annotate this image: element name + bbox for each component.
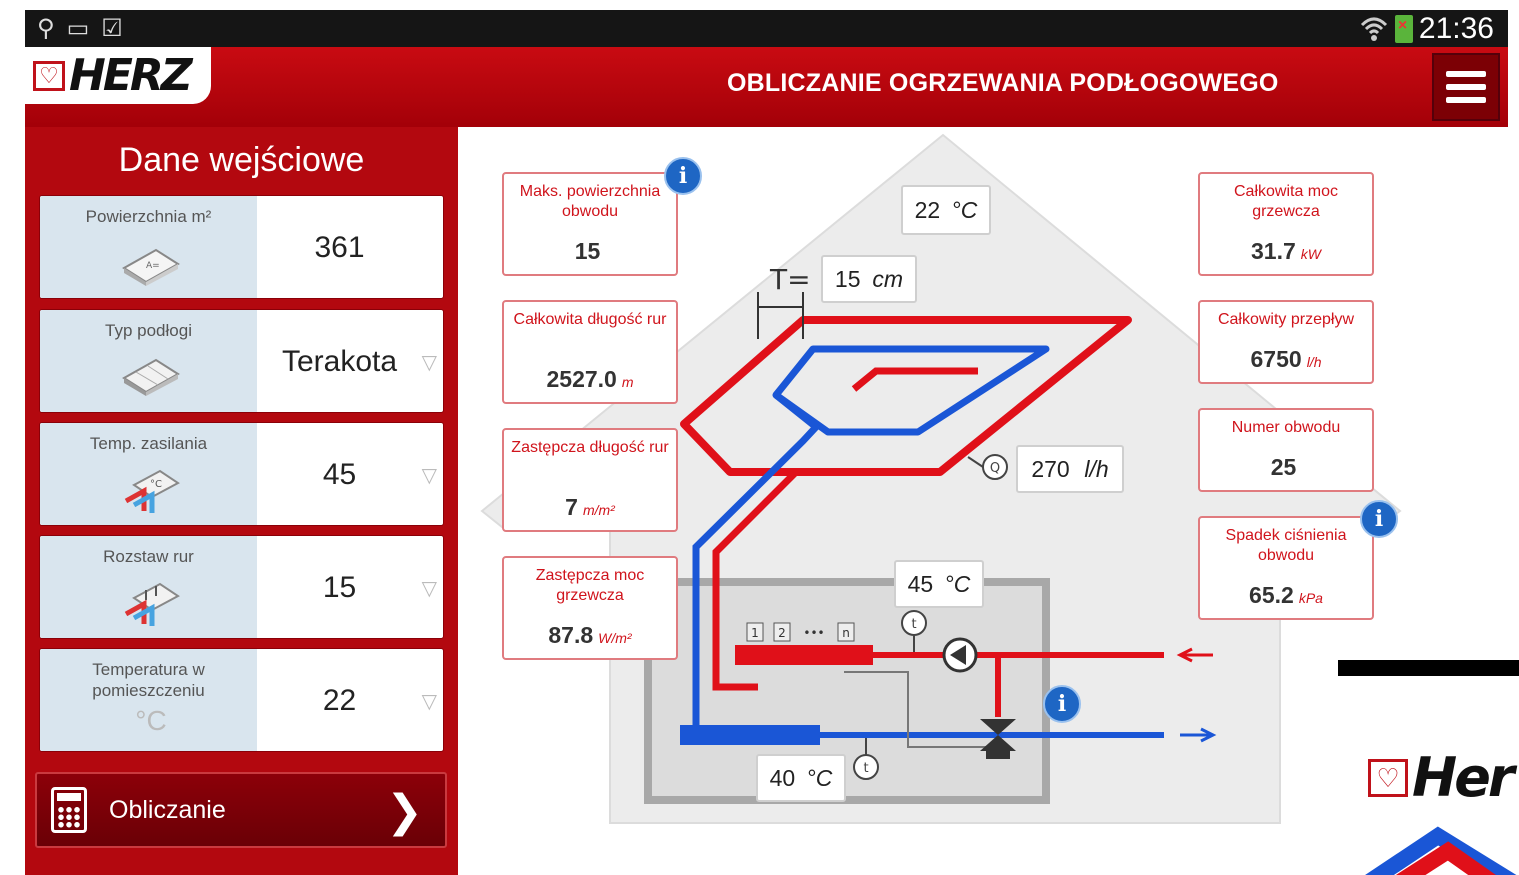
- result-value: 6750: [1250, 346, 1302, 372]
- heart-logo-icon: ♡: [33, 60, 65, 91]
- input-area[interactable]: Powierzchnia m² A= 361: [39, 195, 444, 299]
- input-room-temp-value: 22: [322, 684, 357, 717]
- result-equivalent-heat-output: Zastępcza moc grzewcza 87.8 W/m²: [502, 556, 678, 660]
- result-total-flow: Całkowity przepływ 6750 l/h: [1198, 300, 1374, 384]
- result-value: 7: [565, 494, 578, 520]
- input-panel-title: Dane wejściowe: [118, 141, 365, 179]
- result-value: 65.2: [1249, 582, 1294, 608]
- svg-text:t: t: [863, 761, 868, 776]
- dropdown-arrow-icon: ▽: [421, 578, 437, 600]
- input-room-temp[interactable]: Temperatura w pomieszczeniu °C 22 ▽: [39, 648, 444, 752]
- svg-text:°C: °C: [150, 479, 162, 490]
- info-icon[interactable]: i: [1360, 500, 1398, 538]
- status-clock: 21:36: [1418, 12, 1494, 45]
- status-left-icons: ⚲ ▭ ☑: [37, 14, 123, 43]
- manifold-return: [680, 725, 820, 745]
- input-floor-type[interactable]: Typ podłogi Terakota ▽: [39, 309, 444, 413]
- result-value: 31.7: [1251, 238, 1296, 264]
- corner-logo-roof: [1365, 826, 1517, 875]
- manifold-supply: [735, 645, 873, 665]
- result-total-pipe-length: Całkowita długość rur 2527.0 m: [502, 300, 678, 404]
- dropdown-arrow-icon: ▽: [421, 691, 437, 713]
- spacing-symbol: T=: [769, 263, 811, 296]
- spacing-box: 15 cm: [821, 255, 917, 303]
- chevron-right-icon: ❯: [386, 787, 423, 836]
- calculate-button-label: Obliczanie: [109, 795, 226, 824]
- heart-logo-icon: ♡: [1368, 758, 1408, 797]
- room-temp-icon: °C: [135, 705, 167, 736]
- input-pipe-spacing[interactable]: Rozstaw rur 15 ▽: [39, 535, 444, 639]
- page-title: OBLICZANIE OGRZEWANIA PODŁOGOWEGO: [727, 69, 1279, 97]
- result-circuit-count: Numer obwodu 25: [1198, 408, 1374, 492]
- clipboard-icon: ☑: [101, 15, 123, 42]
- result-value: 25: [1270, 454, 1297, 480]
- input-supply-temp-label: Temp. zasilania: [89, 434, 208, 453]
- result-value: 87.8: [548, 622, 594, 648]
- input-floor-type-label: Typ podłogi: [105, 321, 192, 340]
- area-tile-icon: A=: [122, 248, 180, 286]
- circuit-label-n: n: [842, 626, 850, 640]
- input-panel: Dane wejściowe Powierzchnia m² A= 361 Ty…: [25, 127, 458, 875]
- battery-icon: [1394, 15, 1413, 43]
- usb-icon: ⚲: [37, 15, 55, 42]
- return-temp-box: 40 °C: [756, 754, 846, 802]
- input-pipe-spacing-value: 15: [322, 571, 357, 604]
- flow-box: 270 l/h: [1016, 445, 1124, 493]
- result-label: Numer obwodu: [1231, 419, 1341, 436]
- input-floor-type-value: Terakota: [281, 345, 398, 378]
- circuit-label-dots: •••: [803, 626, 824, 640]
- result-label: Zastępcza moc grzewcza: [535, 567, 645, 604]
- result-pressure-drop: Spadek ciśnienia obwodu 65.2 kPa: [1198, 516, 1374, 620]
- status-right-icons: 21:36: [1359, 12, 1494, 46]
- svg-text:A=: A=: [146, 261, 160, 271]
- input-supply-temp-value: 45: [322, 458, 357, 491]
- input-pipe-spacing-label: Rozstaw rur: [103, 547, 194, 566]
- input-area-label: Powierzchnia m²: [85, 207, 212, 226]
- input-area-value: 361: [314, 231, 365, 264]
- result-value: 15: [574, 238, 601, 264]
- screen-icon: ▭: [66, 15, 90, 42]
- result-label: Całkowity przepływ: [1217, 311, 1355, 328]
- result-label: Całkowita długość rur: [513, 311, 667, 328]
- svg-text:Q: Q: [990, 461, 1000, 476]
- circuit-label-2: 2: [778, 626, 786, 640]
- input-supply-temp[interactable]: Temp. zasilania °C 45 ▽: [39, 422, 444, 526]
- app-header: ♡ HERZ OBLICZANIE OGRZEWANIA PODŁOGOWEGO: [25, 47, 1508, 127]
- result-label: Zastępcza długość rur: [511, 439, 669, 456]
- circuit-label-1: 1: [751, 626, 759, 640]
- wifi-icon: [1360, 17, 1387, 41]
- corner-logo-text: Her: [1412, 746, 1514, 809]
- floor-type-icon: [122, 358, 180, 396]
- info-icon[interactable]: i: [664, 157, 702, 195]
- room-temp-box: 22 °C: [901, 185, 991, 235]
- herz-logo: ♡ HERZ: [25, 47, 211, 104]
- svg-text:t: t: [911, 617, 916, 632]
- result-label: Całkowita moc grzewcza: [1233, 183, 1339, 220]
- result-value: 2527.0: [546, 366, 617, 392]
- corner-herz-logo: ♡ Her: [1338, 660, 1519, 875]
- dropdown-arrow-icon: ▽: [421, 352, 437, 374]
- supply-temp-box: 45 °C: [894, 560, 984, 608]
- dropdown-arrow-icon: ▽: [421, 465, 437, 487]
- supply-temp-icon: °C: [124, 469, 180, 513]
- calculator-icon: [51, 787, 87, 833]
- result-equivalent-pipe-length: Zastępcza długość rur 7 m/m²: [502, 428, 678, 532]
- calculate-button[interactable]: Obliczanie ❯: [35, 772, 447, 848]
- result-max-area: Maks. powierzchnia obwodu 15: [502, 172, 678, 276]
- input-room-temp-label: Temperatura w pomieszczeniu: [92, 660, 205, 700]
- status-bar: ⚲ ▭ ☑ 21:36: [25, 10, 1508, 47]
- result-label: Maks. powierzchnia obwodu: [519, 183, 661, 220]
- boiler-room: [644, 578, 1050, 804]
- info-icon[interactable]: i: [1043, 685, 1081, 723]
- logo-text: HERZ: [69, 50, 193, 101]
- result-label: Spadek ciśnienia obwodu: [1225, 527, 1347, 564]
- pipe-spacing-icon: [124, 582, 180, 626]
- hamburger-menu-icon[interactable]: [1432, 53, 1500, 121]
- result-total-heat-output: Całkowita moc grzewcza 31.7 kW: [1198, 172, 1374, 276]
